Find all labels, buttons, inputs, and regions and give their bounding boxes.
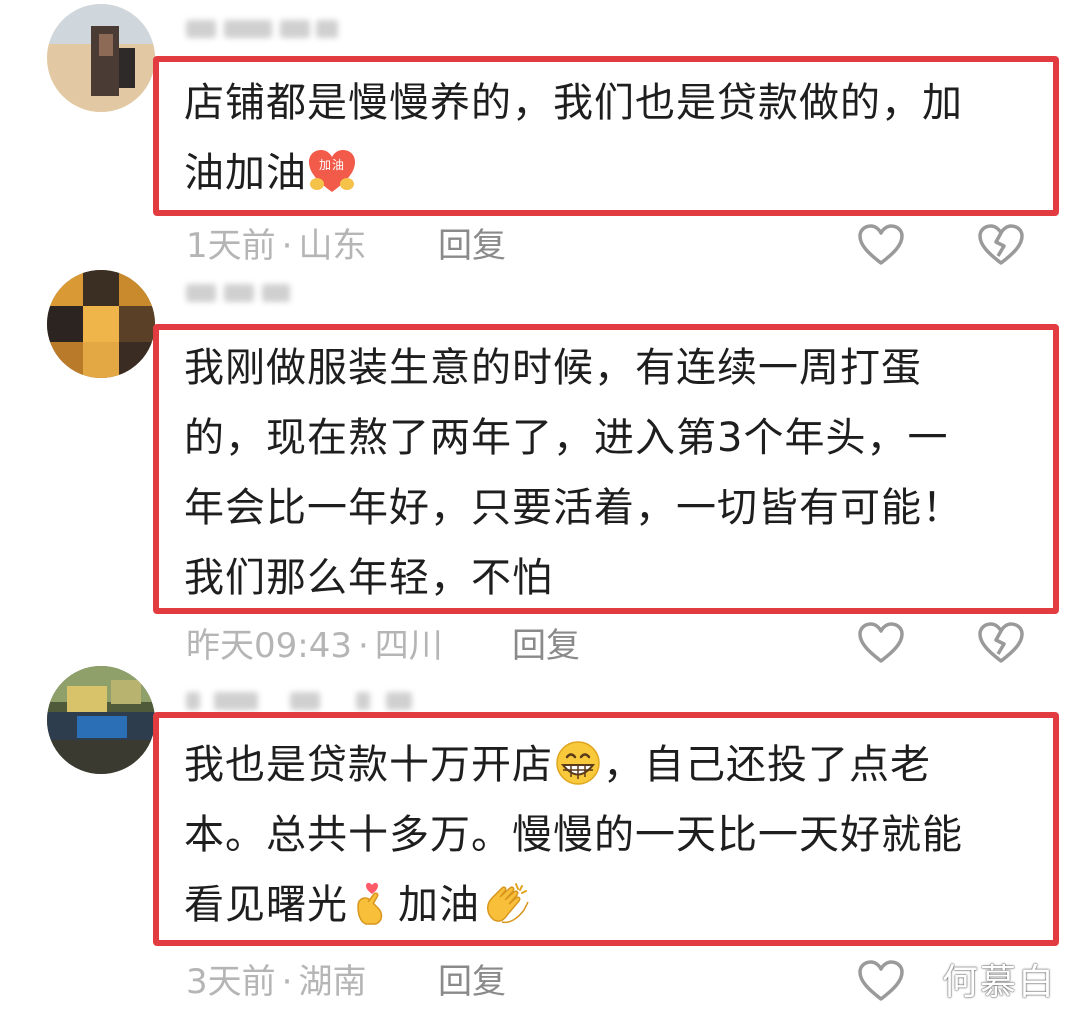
broken-heart-icon[interactable]	[976, 620, 1026, 666]
avatar[interactable]	[47, 270, 155, 378]
comment-meta: 昨天09:43 · 四川	[186, 626, 443, 666]
jiayou-badge-icon: 加油	[309, 150, 355, 192]
comment-text: 我刚做服装生意的时候，有连续一周打蛋 的，现在熬了两年了，进入第3个年头，一 年…	[184, 345, 963, 601]
username-blurred[interactable]	[186, 12, 346, 46]
watermark: 何慕白	[941, 962, 1056, 1003]
avatar[interactable]	[47, 4, 155, 112]
separator: ·	[281, 226, 293, 266]
comment-meta: 3天前 · 湖南	[186, 962, 366, 1002]
location: 湖南	[298, 962, 367, 1002]
comment-text: 我也是贷款十万开店 ，自己还投了点老 本。总共十多万。慢慢的一天比一天好就能 看…	[184, 741, 963, 928]
clapping-hands-icon	[487, 883, 529, 924]
separator: ·	[357, 626, 369, 666]
avatar[interactable]	[47, 666, 155, 774]
location: 四川	[374, 626, 443, 666]
username-blurred[interactable]	[186, 276, 306, 310]
grinning-face-icon	[556, 741, 600, 785]
reply-button[interactable]: 回复	[512, 626, 580, 666]
broken-heart-icon[interactable]	[976, 222, 1026, 268]
finger-heart-icon	[357, 882, 383, 925]
timestamp: 昨天09:43	[186, 626, 352, 666]
comment-text: 店铺都是慢慢养的，我们也是贷款做的，加 油加油 加油	[184, 80, 963, 196]
timestamp: 3天前	[186, 962, 276, 1002]
like-icon[interactable]	[856, 222, 906, 268]
comment-meta: 1天前 · 山东	[186, 226, 366, 266]
like-icon[interactable]	[856, 620, 906, 666]
svg-text:加油: 加油	[319, 158, 345, 172]
location: 山东	[298, 226, 367, 266]
separator: ·	[281, 962, 293, 1002]
like-icon[interactable]	[856, 958, 906, 1004]
reply-button[interactable]: 回复	[438, 226, 506, 266]
timestamp: 1天前	[186, 226, 276, 266]
reply-button[interactable]: 回复	[438, 962, 506, 1002]
